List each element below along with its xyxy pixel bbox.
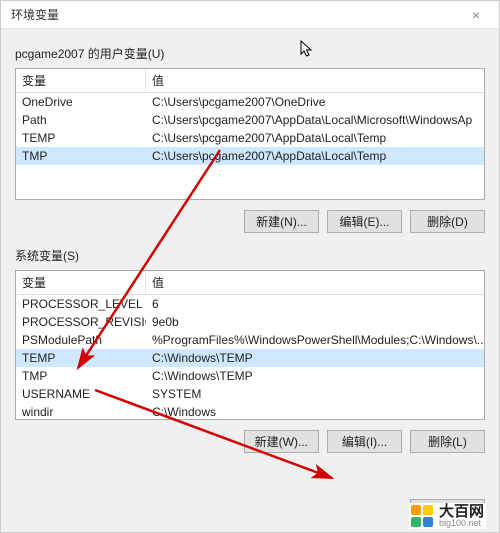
table-row[interactable]: TEMPC:\Users\pcgame2007\AppData\Local\Te… (16, 129, 484, 147)
var-value-cell: C:\Windows (146, 404, 484, 420)
var-name-cell: Path (16, 112, 146, 128)
var-value-cell: C:\Users\pcgame2007\AppData\Local\Temp (146, 130, 484, 146)
var-name-cell: TEMP (16, 350, 146, 366)
env-vars-dialog: 环境变量 × pcgame2007 的用户变量(U) 变量 值 OneDrive… (0, 0, 500, 533)
table-row[interactable]: windirC:\Windows (16, 403, 484, 421)
var-name-cell: PROCESSOR_LEVEL (16, 296, 146, 312)
col-header-value[interactable]: 值 (146, 69, 484, 92)
titlebar: 环境变量 × (1, 1, 499, 29)
var-value-cell: %ProgramFiles%\WindowsPowerShell\Modules… (146, 332, 484, 348)
user-new-button[interactable]: 新建(N)... (244, 210, 319, 233)
col-header-name[interactable]: 变量 (16, 69, 146, 92)
var-value-cell: 9e0b (146, 314, 484, 330)
table-row[interactable]: USERNAMESYSTEM (16, 385, 484, 403)
var-name-cell: OneDrive (16, 94, 146, 110)
system-new-button[interactable]: 新建(W)... (244, 430, 319, 453)
system-vars-list[interactable]: 变量 值 PROCESSOR_LEVEL6PROCESSOR_REVISION9… (15, 270, 485, 420)
user-edit-button[interactable]: 编辑(E)... (327, 210, 402, 233)
window-title: 环境变量 (11, 6, 59, 23)
table-row[interactable]: PSModulePath%ProgramFiles%\WindowsPowerS… (16, 331, 484, 349)
system-edit-button[interactable]: 编辑(I)... (327, 430, 402, 453)
var-value-cell: C:\Windows\TEMP (146, 350, 484, 366)
user-vars-list[interactable]: 变量 值 OneDriveC:\Users\pcgame2007\OneDriv… (15, 68, 485, 200)
close-icon[interactable]: × (461, 7, 491, 23)
var-value-cell: C:\Users\pcgame2007\AppData\Local\Temp (146, 148, 484, 164)
var-value-cell: 6 (146, 296, 484, 312)
dialog-footer: 确 (410, 499, 485, 522)
table-row[interactable]: TMPC:\Windows\TEMP (16, 367, 484, 385)
user-delete-button[interactable]: 删除(D) (410, 210, 485, 233)
user-vars-label: pcgame2007 的用户变量(U) (15, 45, 485, 62)
col-header-name[interactable]: 变量 (16, 271, 146, 294)
var-name-cell: PSModulePath (16, 332, 146, 348)
var-value-cell: SYSTEM (146, 386, 484, 402)
table-row[interactable]: PROCESSOR_REVISION9e0b (16, 313, 484, 331)
col-header-value[interactable]: 值 (146, 271, 484, 294)
system-vars-header: 变量 值 (16, 271, 484, 295)
var-name-cell: USERNAME (16, 386, 146, 402)
var-name-cell: TEMP (16, 130, 146, 146)
var-value-cell: C:\Windows\TEMP (146, 368, 484, 384)
system-vars-label: 系统变量(S) (15, 247, 485, 264)
table-row[interactable]: TMPC:\Users\pcgame2007\AppData\Local\Tem… (16, 147, 484, 165)
table-row[interactable]: PathC:\Users\pcgame2007\AppData\Local\Mi… (16, 111, 484, 129)
var-name-cell: TMP (16, 368, 146, 384)
var-name-cell: PROCESSOR_REVISION (16, 314, 146, 330)
table-row[interactable]: TEMPC:\Windows\TEMP (16, 349, 484, 367)
user-vars-header: 变量 值 (16, 69, 484, 93)
var-name-cell: TMP (16, 148, 146, 164)
table-row[interactable]: PROCESSOR_LEVEL6 (16, 295, 484, 313)
user-button-row: 新建(N)... 编辑(E)... 删除(D) (15, 210, 485, 233)
system-button-row: 新建(W)... 编辑(I)... 删除(L) (15, 430, 485, 453)
var-value-cell: C:\Users\pcgame2007\AppData\Local\Micros… (146, 112, 484, 128)
var-value-cell: C:\Users\pcgame2007\OneDrive (146, 94, 484, 110)
dialog-body: pcgame2007 的用户变量(U) 变量 值 OneDriveC:\User… (1, 29, 499, 477)
ok-button[interactable]: 确 (410, 499, 485, 522)
table-row[interactable]: OneDriveC:\Users\pcgame2007\OneDrive (16, 93, 484, 111)
var-name-cell: windir (16, 404, 146, 420)
system-delete-button[interactable]: 删除(L) (410, 430, 485, 453)
